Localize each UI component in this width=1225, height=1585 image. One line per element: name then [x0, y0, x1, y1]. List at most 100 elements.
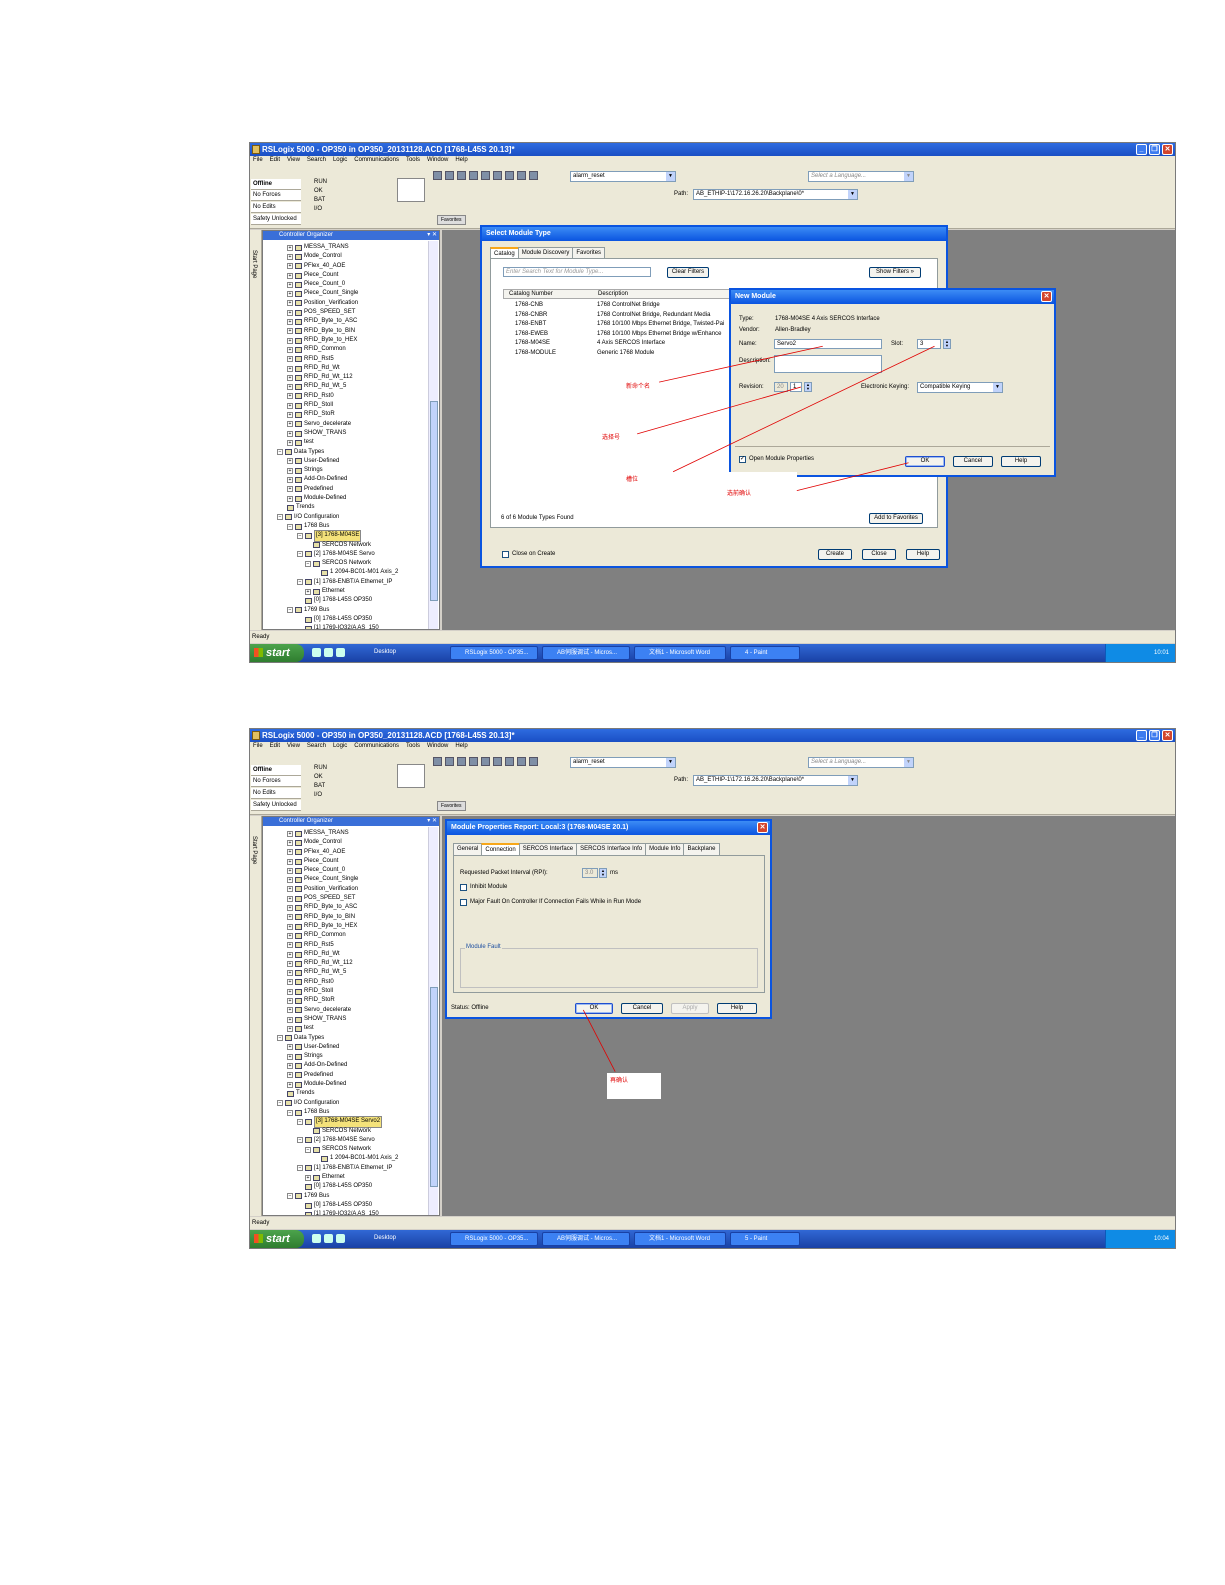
- menu-help[interactable]: Help: [455, 742, 467, 751]
- menu-view[interactable]: View: [287, 742, 300, 751]
- close-icon[interactable]: ▾ ✕: [427, 817, 437, 826]
- cancel-button[interactable]: Cancel: [953, 456, 993, 467]
- tree-item[interactable]: + RFID_Byte_to_ASC: [277, 903, 427, 912]
- media-icon[interactable]: [336, 648, 345, 657]
- tree-item[interactable]: [0] 1768-L45S OP350: [277, 1201, 427, 1210]
- task-paint[interactable]: 5 - Paint: [730, 1232, 800, 1246]
- desktop-icon[interactable]: [324, 1234, 333, 1243]
- ie-icon[interactable]: [312, 648, 321, 657]
- desktop-icon[interactable]: [324, 648, 333, 657]
- tree-item[interactable]: − [3] 1768-M04SE: [277, 530, 427, 542]
- expand-icon[interactable]: +: [287, 970, 293, 977]
- catalog-number-cell[interactable]: 1768-EWEB: [515, 330, 548, 339]
- expand-icon[interactable]: −: [277, 1035, 283, 1042]
- start-page-tab[interactable]: Start Page: [251, 836, 257, 864]
- tree-item[interactable]: + RFID_Rd_Wt_5: [277, 968, 427, 977]
- paste-icon[interactable]: [505, 757, 514, 766]
- open-props-checkbox[interactable]: ✓: [739, 456, 746, 463]
- col-description[interactable]: Description: [598, 291, 628, 297]
- tree-item[interactable]: + Predefined: [277, 1071, 427, 1080]
- expand-icon[interactable]: −: [287, 607, 293, 614]
- tree-item[interactable]: Trends: [277, 1089, 427, 1098]
- tree-item[interactable]: + Mode_Control: [277, 838, 427, 847]
- description-cell[interactable]: 1768 10/100 Mbps Ethernet Bridge w/Enhan…: [597, 330, 721, 339]
- description-cell[interactable]: 1768 ControlNet Bridge: [597, 301, 660, 310]
- expand-icon[interactable]: +: [287, 477, 293, 484]
- redo-icon[interactable]: [529, 757, 538, 766]
- expand-icon[interactable]: −: [277, 1100, 283, 1107]
- expand-icon[interactable]: +: [287, 905, 293, 912]
- start-page-tab[interactable]: Start Page: [251, 250, 257, 278]
- open-icon[interactable]: [445, 757, 454, 766]
- expand-icon[interactable]: +: [287, 319, 293, 326]
- tree-item[interactable]: + RFID_Byte_to_ASC: [277, 317, 427, 326]
- tree-item[interactable]: + SHOW_TRANS: [277, 429, 427, 438]
- tree-item[interactable]: − [2] 1768-M04SE Servo: [277, 550, 427, 559]
- tree-item[interactable]: + RFID_Rst0: [277, 978, 427, 987]
- offline-status[interactable]: Offline: [251, 765, 301, 776]
- offline-status[interactable]: Offline: [251, 179, 301, 190]
- expand-icon[interactable]: −: [287, 523, 293, 530]
- description-cell[interactable]: Generic 1768 Module: [597, 349, 654, 358]
- path-combo[interactable]: AB_ETHIP-1\172.16.26.20\Backplane\0* ▼: [693, 189, 858, 200]
- tab-general[interactable]: General: [453, 843, 483, 855]
- expand-icon[interactable]: +: [287, 932, 293, 939]
- tree-item[interactable]: + Servo_decelerate: [277, 1006, 427, 1015]
- menu-window[interactable]: Window: [427, 156, 448, 165]
- restore-button[interactable]: ❐: [1149, 144, 1160, 155]
- tree-item[interactable]: [0] 1768-L45S OP350: [277, 615, 427, 624]
- slot-spinner[interactable]: ▲ ▼: [943, 339, 951, 349]
- forces-status[interactable]: No Forces: [251, 776, 301, 787]
- close-button[interactable]: ✕: [1162, 144, 1173, 155]
- expand-icon[interactable]: +: [287, 1016, 293, 1023]
- chevron-down-icon[interactable]: ▼: [666, 172, 675, 181]
- tree-item[interactable]: + RFID_Stoll: [277, 987, 427, 996]
- close-button[interactable]: Close: [862, 549, 896, 560]
- organizer-scrollbar[interactable]: [428, 827, 438, 1215]
- start-button[interactable]: start: [250, 1230, 304, 1248]
- tree-item[interactable]: − [2] 1768-M04SE Servo: [277, 1136, 427, 1145]
- restore-button[interactable]: ❐: [1149, 730, 1160, 741]
- tab-favorites[interactable]: Favorites: [437, 215, 466, 225]
- help-button[interactable]: Help: [717, 1003, 757, 1014]
- expand-icon[interactable]: +: [287, 300, 293, 307]
- paste-icon[interactable]: [505, 171, 514, 180]
- tree-item[interactable]: + RFID_StoR: [277, 996, 427, 1005]
- tree-item[interactable]: 1 2094-BC01-M01 Axis_2: [277, 568, 427, 577]
- new-icon[interactable]: [433, 757, 442, 766]
- slot-field[interactable]: 3: [917, 339, 941, 349]
- new-icon[interactable]: [433, 171, 442, 180]
- expand-icon[interactable]: +: [287, 1007, 293, 1014]
- expand-icon[interactable]: +: [287, 997, 293, 1004]
- expand-icon[interactable]: +: [305, 588, 311, 595]
- description-cell[interactable]: 1768 ControlNet Bridge, Redundant Media: [597, 311, 710, 320]
- expand-icon[interactable]: +: [287, 281, 293, 288]
- tree-item[interactable]: + Module-Defined: [277, 1080, 427, 1089]
- cancel-button[interactable]: Cancel: [621, 1003, 663, 1014]
- menu-communications[interactable]: Communications: [354, 156, 399, 165]
- tree-item[interactable]: + Piece_Count_0: [277, 866, 427, 875]
- minimize-button[interactable]: _: [1136, 144, 1147, 155]
- catalog-number-cell[interactable]: 1768-ENBT: [515, 320, 546, 329]
- tree-item[interactable]: [1] 1769-IQ32/A AS_150: [277, 624, 427, 629]
- menu-edit[interactable]: Edit: [270, 742, 280, 751]
- menu-help[interactable]: Help: [455, 156, 467, 165]
- expand-icon[interactable]: −: [277, 449, 283, 456]
- expand-icon[interactable]: +: [287, 374, 293, 381]
- print-icon[interactable]: [469, 171, 478, 180]
- chevron-down-icon[interactable]: ▼: [904, 172, 913, 181]
- tree-item[interactable]: + RFID_Byte_to_BIN: [277, 913, 427, 922]
- expand-icon[interactable]: +: [287, 849, 293, 856]
- expand-icon[interactable]: +: [287, 979, 293, 986]
- expand-icon[interactable]: +: [287, 1081, 293, 1088]
- catalog-number-cell[interactable]: 1768-CNBR: [515, 311, 547, 320]
- tree-item[interactable]: + RFID_Stoll: [277, 401, 427, 410]
- tree-item[interactable]: + RFID_Rst0: [277, 392, 427, 401]
- scroll-thumb[interactable]: [430, 987, 438, 1187]
- expand-icon[interactable]: −: [287, 1109, 293, 1116]
- tree-item[interactable]: [0] 1768-L45S OP350: [277, 1182, 427, 1191]
- tree-item[interactable]: − Data Types: [277, 448, 427, 457]
- save-icon[interactable]: [457, 171, 466, 180]
- expand-icon[interactable]: +: [287, 877, 293, 884]
- expand-icon[interactable]: +: [287, 830, 293, 837]
